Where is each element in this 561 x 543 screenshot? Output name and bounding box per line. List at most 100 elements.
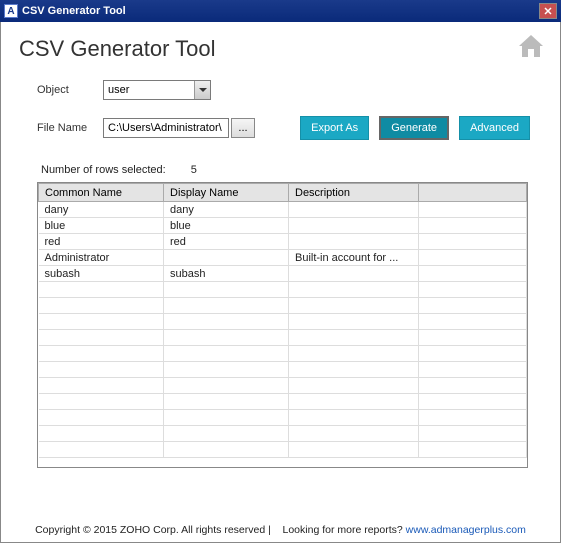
table-cell	[289, 234, 419, 250]
table-cell	[419, 234, 527, 250]
table-cell	[419, 298, 527, 314]
table-cell	[419, 266, 527, 282]
table-cell	[39, 378, 164, 394]
table-cell	[419, 218, 527, 234]
table-cell: blue	[164, 218, 289, 234]
table-row[interactable]: danydany	[39, 202, 527, 218]
filename-label: File Name	[37, 122, 103, 134]
table-cell	[164, 298, 289, 314]
table-row[interactable]	[39, 378, 527, 394]
footer-copyright: Copyright © 2015 ZOHO Corp. All rights r…	[35, 524, 271, 536]
table-cell	[164, 394, 289, 410]
table-cell	[39, 330, 164, 346]
table-cell	[289, 410, 419, 426]
table-cell: Administrator	[39, 250, 164, 266]
table-cell	[289, 218, 419, 234]
rows-selected-count: 5	[191, 164, 197, 176]
table-cell	[289, 202, 419, 218]
browse-button[interactable]: ...	[231, 118, 255, 138]
rows-selected-label: Number of rows selected:	[41, 164, 166, 176]
home-icon[interactable]	[516, 33, 546, 62]
table-cell	[419, 442, 527, 458]
table-cell	[39, 362, 164, 378]
table-cell	[419, 282, 527, 298]
table-cell	[39, 394, 164, 410]
table-cell	[164, 330, 289, 346]
col-empty[interactable]	[419, 184, 527, 202]
table-cell	[289, 362, 419, 378]
table-cell	[419, 330, 527, 346]
col-common-name[interactable]: Common Name	[39, 184, 164, 202]
table-cell	[289, 442, 419, 458]
table-cell	[164, 362, 289, 378]
table-cell	[419, 314, 527, 330]
table-header-row: Common Name Display Name Description	[39, 184, 527, 202]
table-cell	[419, 410, 527, 426]
object-select[interactable]	[103, 80, 211, 100]
table-cell: dany	[39, 202, 164, 218]
table-cell	[289, 426, 419, 442]
close-button[interactable]	[539, 3, 557, 19]
filename-input[interactable]	[103, 118, 229, 138]
table-cell	[419, 362, 527, 378]
table-cell	[164, 346, 289, 362]
col-display-name[interactable]: Display Name	[164, 184, 289, 202]
table-row[interactable]: blueblue	[39, 218, 527, 234]
table-row[interactable]	[39, 282, 527, 298]
table-cell	[419, 346, 527, 362]
table-cell	[289, 314, 419, 330]
table-cell	[419, 378, 527, 394]
rows-selected-line: Number of rows selected: 5	[15, 156, 546, 182]
table-cell	[289, 266, 419, 282]
results-table[interactable]: Common Name Display Name Description dan…	[37, 182, 528, 468]
table-row[interactable]	[39, 346, 527, 362]
table-cell	[289, 378, 419, 394]
table-cell	[164, 250, 289, 266]
table-row[interactable]: subashsubash	[39, 266, 527, 282]
table-cell	[289, 330, 419, 346]
page-title: CSV Generator Tool	[19, 36, 215, 62]
footer-looking: Looking for more reports?	[283, 524, 403, 536]
table-row[interactable]	[39, 410, 527, 426]
table-cell: blue	[39, 218, 164, 234]
table-row[interactable]: Administrator Built-in account for ...	[39, 250, 527, 266]
footer-link[interactable]: www.admanagerplus.com	[406, 524, 526, 536]
table-cell	[39, 410, 164, 426]
table-cell	[164, 426, 289, 442]
table-cell	[39, 282, 164, 298]
window-title: CSV Generator Tool	[22, 5, 126, 17]
table-cell	[164, 410, 289, 426]
table-cell	[419, 426, 527, 442]
table-cell	[289, 394, 419, 410]
table-cell	[419, 250, 527, 266]
chevron-down-icon[interactable]	[194, 81, 210, 99]
table-cell	[164, 314, 289, 330]
table-cell	[39, 314, 164, 330]
advanced-button[interactable]: Advanced	[459, 116, 530, 140]
table-row[interactable]	[39, 330, 527, 346]
table-cell	[39, 346, 164, 362]
table-cell	[39, 298, 164, 314]
table-cell	[289, 346, 419, 362]
table-row[interactable]	[39, 362, 527, 378]
col-description[interactable]: Description	[289, 184, 419, 202]
table-cell: red	[164, 234, 289, 250]
table-cell: subash	[39, 266, 164, 282]
table-row[interactable]	[39, 394, 527, 410]
table-row[interactable]	[39, 298, 527, 314]
table-cell: Built-in account for ...	[289, 250, 419, 266]
table-row[interactable]: redred	[39, 234, 527, 250]
table-cell	[419, 394, 527, 410]
window-body: CSV Generator Tool Object File Name ... …	[0, 22, 561, 543]
table-row[interactable]	[39, 426, 527, 442]
table-row[interactable]	[39, 314, 527, 330]
export-as-button[interactable]: Export As	[300, 116, 369, 140]
table-cell: subash	[164, 266, 289, 282]
generate-button[interactable]: Generate	[379, 116, 449, 140]
footer: Copyright © 2015 ZOHO Corp. All rights r…	[15, 524, 546, 536]
table-cell	[289, 298, 419, 314]
table-cell	[39, 442, 164, 458]
table-row[interactable]	[39, 442, 527, 458]
table-cell	[164, 378, 289, 394]
table-cell: dany	[164, 202, 289, 218]
